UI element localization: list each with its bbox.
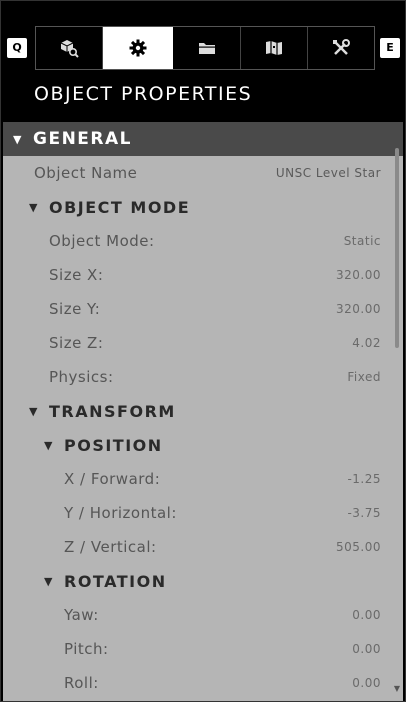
physics-row[interactable]: Physics: Fixed	[3, 360, 403, 394]
object-name-label: Object Name	[34, 164, 138, 182]
object-mode-section-header[interactable]: ▼ OBJECT MODE	[3, 190, 403, 224]
folder-icon	[198, 43, 215, 54]
scrollbar-thumb[interactable]	[395, 148, 399, 348]
tools-icon	[332, 39, 350, 55]
q-key-badge[interactable]: Q	[7, 38, 27, 58]
collapse-arrow-icon: ▼	[44, 438, 54, 452]
prop-label: Pitch:	[64, 640, 109, 658]
size-y-row[interactable]: Size Y: 320.00	[3, 292, 403, 326]
prop-value[interactable]: 0.00	[352, 608, 381, 622]
tab-map[interactable]	[241, 27, 308, 69]
prop-label: Z / Vertical:	[64, 538, 157, 556]
z-vertical-row[interactable]: Z / Vertical: 505.00	[3, 530, 403, 564]
tab-object-browser[interactable]	[36, 27, 104, 69]
scroll-down-arrow-icon[interactable]: ▼	[394, 684, 400, 693]
prop-value[interactable]: Static	[344, 234, 381, 248]
collapse-arrow-icon: ▼	[29, 200, 39, 214]
prop-label: X / Forward:	[64, 470, 161, 488]
prop-value[interactable]: -3.75	[347, 506, 381, 520]
prop-label: Roll:	[64, 674, 99, 692]
y-horizontal-row[interactable]: Y / Horizontal: -3.75	[3, 496, 403, 530]
position-section-header[interactable]: ▼ POSITION	[3, 428, 403, 462]
prop-label: Yaw:	[64, 606, 99, 624]
transform-section-header[interactable]: ▼ TRANSFORM	[3, 394, 403, 428]
prop-label: Size Y:	[49, 300, 101, 318]
prop-label: Size X:	[49, 266, 104, 284]
roll-row[interactable]: Roll: 0.00	[3, 666, 403, 700]
e-key-badge[interactable]: E	[380, 38, 400, 58]
tab-object-properties[interactable]	[103, 27, 174, 69]
x-forward-row[interactable]: X / Forward: -1.25	[3, 462, 403, 496]
properties-panel: Q E OBJECT PROPERTIES ▼ GENERAL Object N…	[0, 0, 406, 702]
size-z-row[interactable]: Size Z: 4.02	[3, 326, 403, 360]
map-icon	[265, 41, 282, 55]
tab-folder[interactable]	[173, 27, 241, 69]
tab-tools[interactable]	[308, 27, 374, 69]
object-name-value[interactable]: UNSC Level Star	[276, 166, 381, 180]
prop-label: Y / Horizontal:	[64, 504, 177, 522]
prop-value[interactable]: 505.00	[336, 540, 381, 554]
prop-value[interactable]: 320.00	[336, 302, 381, 316]
pitch-row[interactable]: Pitch: 0.00	[3, 632, 403, 666]
prop-value[interactable]: 0.00	[352, 642, 381, 656]
gear-icon	[129, 39, 147, 57]
collapse-arrow-icon: ▼	[13, 132, 23, 146]
general-section-header[interactable]: ▼ GENERAL	[3, 122, 403, 156]
panel-title: OBJECT PROPERTIES	[34, 83, 253, 105]
prop-label: Size Z:	[49, 334, 104, 352]
object-browser-icon	[60, 40, 79, 58]
object-name-row[interactable]: Object Name UNSC Level Star	[3, 156, 403, 190]
prop-label: Physics:	[49, 368, 114, 386]
prop-value[interactable]: 0.00	[352, 676, 381, 690]
collapse-arrow-icon: ▼	[44, 574, 54, 588]
object-mode-header-label: OBJECT MODE	[49, 197, 191, 217]
general-header-label: GENERAL	[33, 129, 132, 149]
object-mode-row[interactable]: Object Mode: Static	[3, 224, 403, 258]
tab-bar	[35, 26, 375, 70]
prop-value[interactable]: 320.00	[336, 268, 381, 282]
collapse-arrow-icon: ▼	[29, 404, 39, 418]
prop-value[interactable]: -1.25	[347, 472, 381, 486]
rotation-section-header[interactable]: ▼ ROTATION	[3, 564, 403, 598]
prop-value[interactable]: 4.02	[352, 336, 381, 350]
prop-label: Object Mode:	[49, 232, 155, 250]
properties-content: ▼ GENERAL Object Name UNSC Level Star ▼ …	[3, 122, 403, 701]
rotation-header-label: ROTATION	[64, 571, 167, 591]
transform-header-label: TRANSFORM	[49, 401, 176, 421]
position-header-label: POSITION	[64, 435, 163, 455]
size-x-row[interactable]: Size X: 320.00	[3, 258, 403, 292]
yaw-row[interactable]: Yaw: 0.00	[3, 598, 403, 632]
prop-value[interactable]: Fixed	[347, 370, 381, 384]
